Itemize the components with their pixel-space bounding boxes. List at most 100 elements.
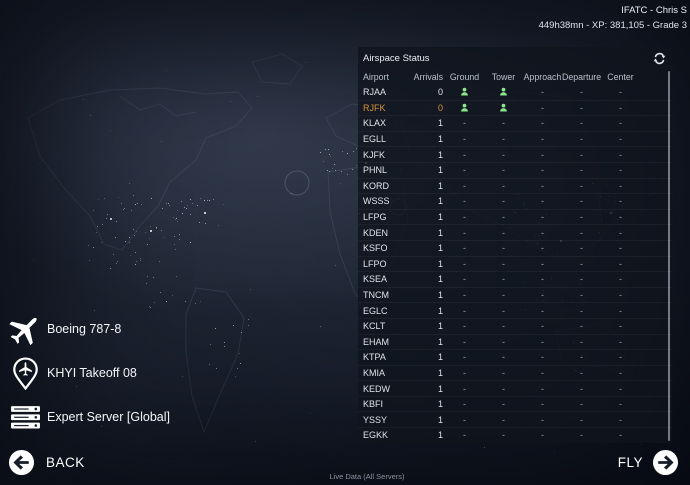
ground-status: - xyxy=(445,290,484,300)
ground-status: - xyxy=(445,228,484,238)
aircraft-selector[interactable]: Boeing 787-8 xyxy=(6,311,121,347)
table-row[interactable]: EGKK 1 - - - - - xyxy=(358,427,672,443)
table-row[interactable]: KJFK 1 - - - - - xyxy=(358,146,672,162)
airport-code: RJAA xyxy=(363,87,409,97)
table-row[interactable]: KDEN 1 - - - - - xyxy=(358,224,672,240)
table-row[interactable]: EGLC 1 - - - - - xyxy=(358,302,672,318)
arrivals-count: 1 xyxy=(409,290,445,300)
column-header-arrivals: Arrivals xyxy=(409,72,445,82)
panel-titlebar: Airspace Status xyxy=(358,47,672,69)
table-row[interactable]: KCLT 1 - - - - - xyxy=(358,318,672,334)
ground-status xyxy=(445,103,484,113)
table-row[interactable]: KORD 1 - - - - - xyxy=(358,178,672,194)
refresh-button[interactable] xyxy=(652,51,666,65)
arrivals-count: 1 xyxy=(409,352,445,362)
table-row[interactable]: TNCM 1 - - - - - xyxy=(358,287,672,303)
ground-status: - xyxy=(445,337,484,347)
ground-status: - xyxy=(445,399,484,409)
departure-status: - xyxy=(562,87,601,97)
departure-status: - xyxy=(562,228,601,238)
table-scrollbar[interactable] xyxy=(668,71,670,441)
server-selector[interactable]: Expert Server [Global] xyxy=(6,399,170,435)
airport-code: EGLL xyxy=(363,134,409,144)
table-row[interactable]: EGLL 1 - - - - - xyxy=(358,131,672,147)
airport-code: WSSS xyxy=(363,196,409,206)
table-row[interactable]: KTPA 1 - - - - - xyxy=(358,349,672,365)
arrivals-count: 1 xyxy=(409,306,445,316)
table-row[interactable]: WSSS 1 - - - - - xyxy=(358,193,672,209)
table-row[interactable]: LFPO 1 - - - - - xyxy=(358,256,672,272)
ground-status: - xyxy=(445,134,484,144)
table-row[interactable]: EHAM 1 - - - - - xyxy=(358,334,672,350)
center-status: - xyxy=(601,274,640,284)
departure-selector[interactable]: KHYI Takeoff 08 xyxy=(6,355,137,391)
ground-status: - xyxy=(445,165,484,175)
departure-status: - xyxy=(562,134,601,144)
airport-code: LFPG xyxy=(363,212,409,222)
approach-status: - xyxy=(523,165,562,175)
departure-status: - xyxy=(562,415,601,425)
approach-status: - xyxy=(523,415,562,425)
ground-status: - xyxy=(445,430,484,440)
approach-status: - xyxy=(523,150,562,160)
table-row[interactable]: KSFO 1 - - - - - xyxy=(358,240,672,256)
departure-status: - xyxy=(562,337,601,347)
table-row[interactable]: RJFK 0 - - - xyxy=(358,100,672,116)
ground-status: - xyxy=(445,384,484,394)
aircraft-label: Boeing 787-8 xyxy=(47,322,121,336)
table-row[interactable]: PHNL 1 - - - - - xyxy=(358,162,672,178)
arrivals-count: 1 xyxy=(409,384,445,394)
table-row[interactable]: KBFI 1 - - - - - xyxy=(358,396,672,412)
table-row[interactable]: YSSY 1 - - - - - xyxy=(358,411,672,427)
live-data-selector[interactable]: Live Data (All Servers) xyxy=(329,472,404,481)
server-label: Expert Server [Global] xyxy=(47,410,170,424)
departure-status: - xyxy=(562,384,601,394)
approach-status: - xyxy=(523,118,562,128)
approach-status: - xyxy=(523,290,562,300)
table-row[interactable]: LFPG 1 - - - - - xyxy=(358,209,672,225)
approach-status: - xyxy=(523,103,562,113)
airport-code: KSEA xyxy=(363,274,409,284)
center-status: - xyxy=(601,196,640,206)
arrivals-count: 1 xyxy=(409,259,445,269)
tower-status: - xyxy=(484,196,523,206)
airport-code: KORD xyxy=(363,181,409,191)
tower-status: - xyxy=(484,212,523,222)
airport-code: KMIA xyxy=(363,368,409,378)
center-status: - xyxy=(601,134,640,144)
approach-status: - xyxy=(523,368,562,378)
departure-status: - xyxy=(562,259,601,269)
arrivals-count: 1 xyxy=(409,196,445,206)
center-status: - xyxy=(601,165,640,175)
tower-status: - xyxy=(484,368,523,378)
table-row[interactable]: KMIA 1 - - - - - xyxy=(358,365,672,381)
approach-status: - xyxy=(523,399,562,409)
tower-status: - xyxy=(484,430,523,440)
center-status: - xyxy=(601,259,640,269)
table-row[interactable]: KEDW 1 - - - - - xyxy=(358,380,672,396)
airport-code: EGLC xyxy=(363,306,409,316)
tower-status xyxy=(484,103,523,113)
departure-status: - xyxy=(562,181,601,191)
tower-status: - xyxy=(484,274,523,284)
airport-code: YSSY xyxy=(363,415,409,425)
departure-status: - xyxy=(562,212,601,222)
table-row[interactable]: RJAA 0 - - - xyxy=(358,84,672,100)
atc-active-icon xyxy=(499,87,508,96)
table-row[interactable]: KLAX 1 - - - - - xyxy=(358,115,672,131)
approach-status: - xyxy=(523,384,562,394)
tower-status: - xyxy=(484,134,523,144)
column-header-tower: Tower xyxy=(484,72,523,82)
ground-status: - xyxy=(445,415,484,425)
ground-status: - xyxy=(445,212,484,222)
center-status: - xyxy=(601,87,640,97)
airport-code: KTPA xyxy=(363,352,409,362)
arrivals-count: 0 xyxy=(409,103,445,113)
arrivals-count: 1 xyxy=(409,399,445,409)
tower-status: - xyxy=(484,352,523,362)
ground-status: - xyxy=(445,196,484,206)
table-row[interactable]: KSEA 1 - - - - - xyxy=(358,271,672,287)
airport-code: KDEN xyxy=(363,228,409,238)
tower-status: - xyxy=(484,337,523,347)
center-status: - xyxy=(601,321,640,331)
